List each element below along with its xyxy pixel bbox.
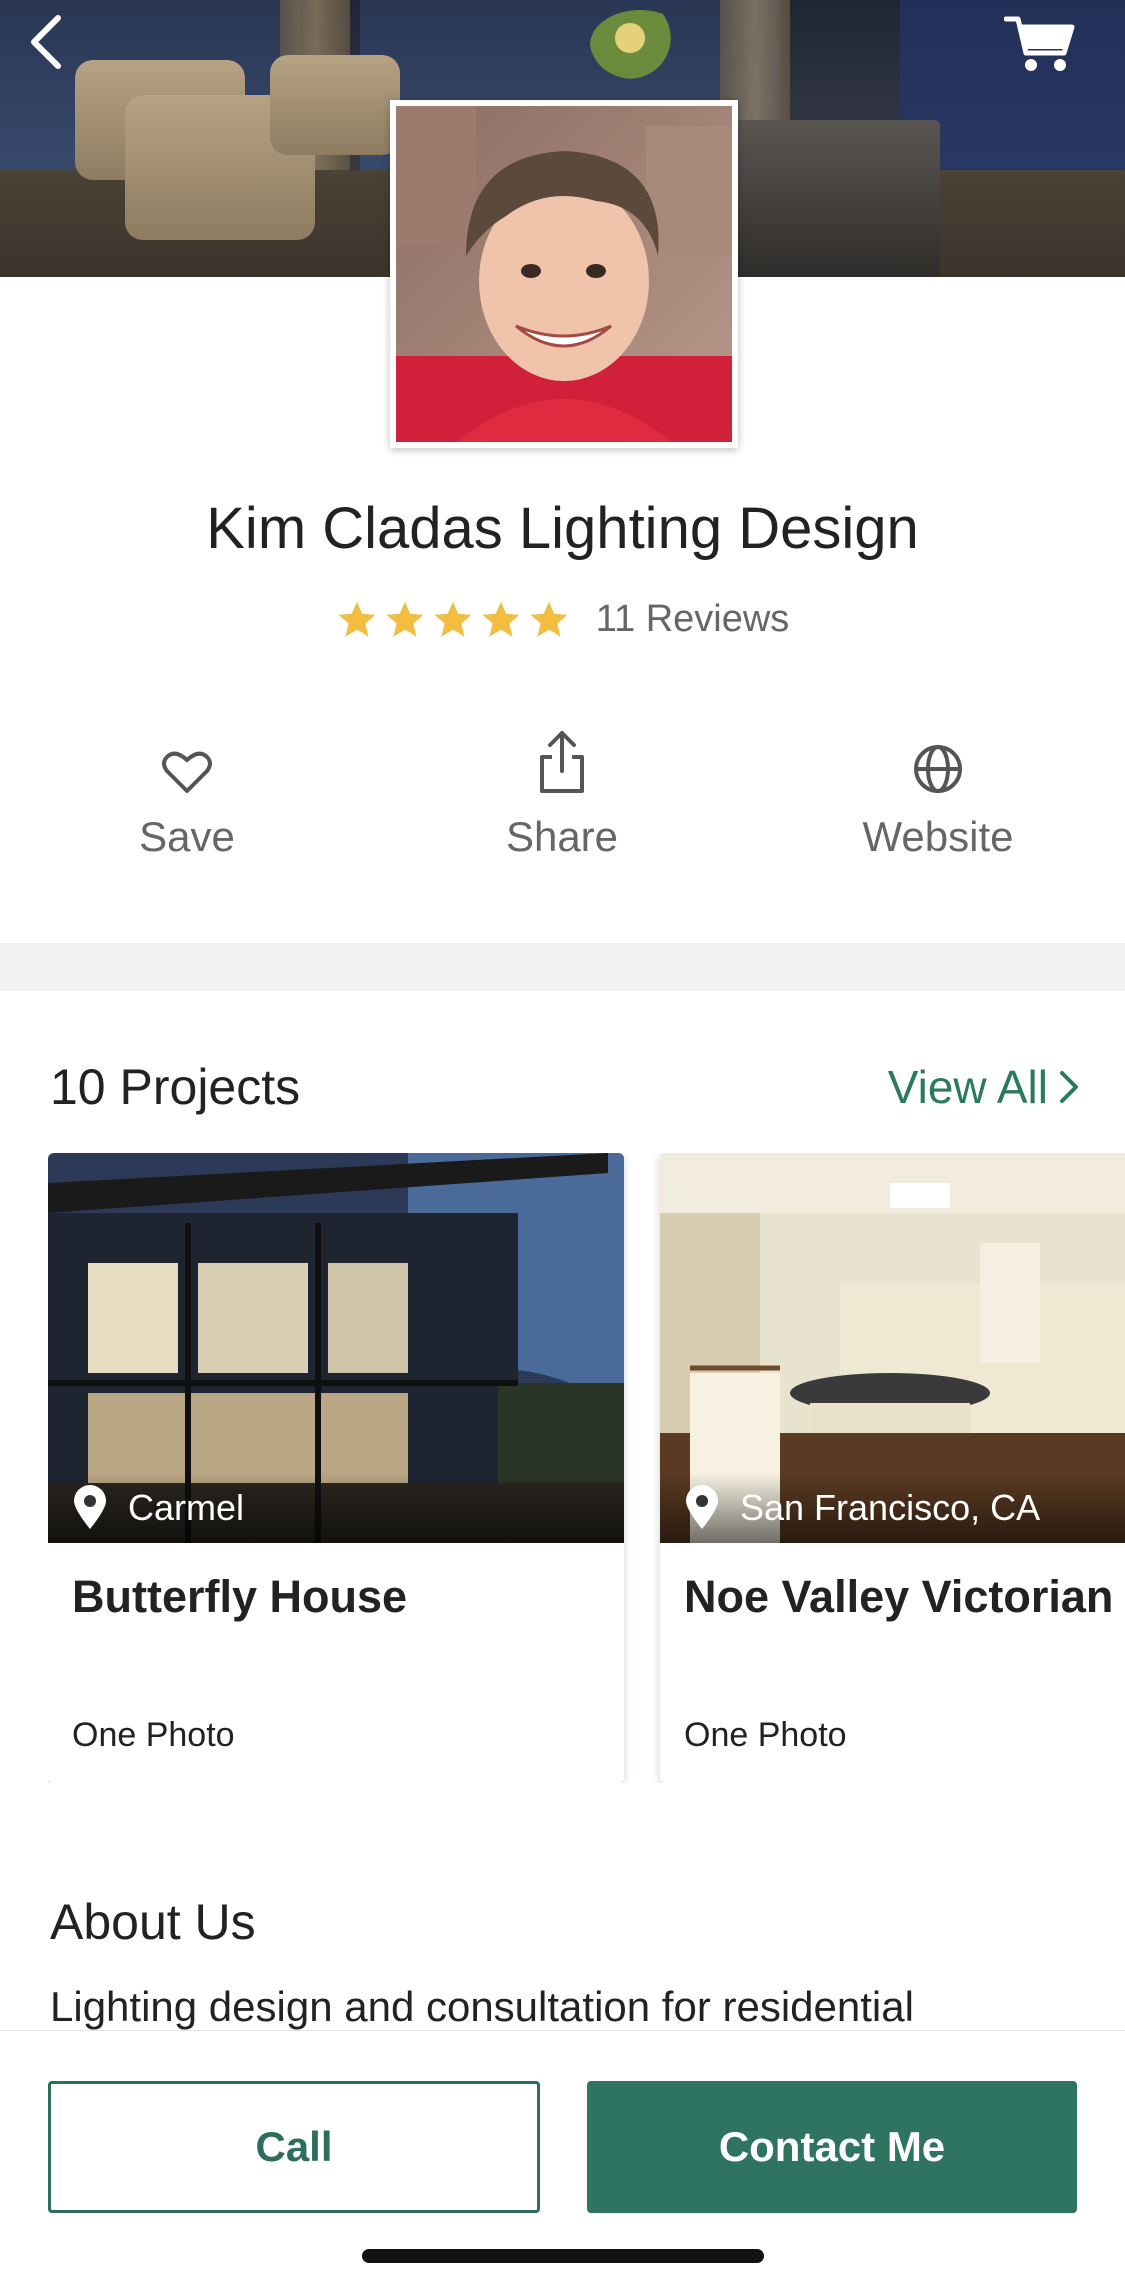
project-title: Butterfly House (72, 1571, 408, 1622)
photo-count: One Photo (72, 1716, 235, 1754)
armchair (270, 55, 400, 155)
about-title: About Us (50, 1894, 256, 1950)
project-title: Noe Valley Victorian (684, 1571, 1114, 1622)
star-icon (482, 601, 520, 637)
section-divider (0, 943, 1125, 991)
reviews-link[interactable]: 11 Reviews (596, 598, 790, 641)
project-photo: San Francisco, CA (660, 1153, 1125, 1543)
view-all-label: View All (887, 1061, 1048, 1113)
cart-button[interactable] (1000, 10, 1080, 78)
project-location: Carmel (48, 1473, 624, 1543)
projects-carousel[interactable]: Carmel Butterfly House One Photo San Fra… (48, 1153, 1125, 1783)
save-label: Save (139, 813, 235, 860)
save-button[interactable]: Save (57, 735, 317, 875)
share-icon (540, 731, 584, 793)
share-button[interactable]: Share (432, 731, 692, 875)
bottom-action-bar: Call Contact Me (0, 2030, 1125, 2284)
portrait-image (396, 106, 732, 442)
about-text: Lighting design and consultation for res… (50, 1983, 914, 2030)
website-label: Website (862, 813, 1014, 860)
star-icon (530, 601, 568, 637)
rating-row[interactable]: 11 Reviews (0, 598, 1125, 641)
project-card[interactable]: Carmel Butterfly House One Photo (48, 1153, 624, 1783)
profile-photo (390, 100, 738, 448)
chevron-right-icon (1060, 1071, 1078, 1103)
view-all-link[interactable]: View All (888, 1060, 1080, 1114)
projects-header: 10 Projects View All (50, 1058, 1080, 1116)
star-rating (336, 599, 570, 641)
star-icon (434, 601, 472, 637)
shopping-cart-icon (1004, 16, 1075, 71)
action-bar: Save Share Website (0, 731, 1125, 875)
star-icon (386, 601, 424, 637)
business-name: Kim Cladas Lighting Design (206, 496, 919, 561)
location-pin-icon (74, 1485, 106, 1529)
heart-icon (162, 751, 212, 793)
back-button[interactable] (18, 12, 74, 72)
call-button[interactable]: Call (48, 2081, 540, 2213)
project-location: San Francisco, CA (660, 1473, 1125, 1543)
website-button[interactable]: Website (808, 735, 1068, 875)
project-card[interactable]: San Francisco, CA Noe Valley Victorian O… (660, 1153, 1125, 1783)
projects-title: 10 Projects (50, 1059, 301, 1115)
location-label: San Francisco, CA (740, 1487, 1041, 1528)
photo-count: One Photo (684, 1716, 847, 1754)
share-label: Share (505, 813, 619, 860)
globe-icon (914, 745, 962, 793)
contact-me-button[interactable]: Contact Me (587, 2081, 1077, 2213)
home-indicator[interactable] (362, 2249, 764, 2263)
project-photo: Carmel (48, 1153, 624, 1543)
flower-vase (590, 10, 690, 80)
chevron-left-icon (31, 15, 61, 69)
location-pin-icon (686, 1485, 718, 1529)
location-label: Carmel (128, 1487, 245, 1528)
star-icon (338, 601, 376, 637)
